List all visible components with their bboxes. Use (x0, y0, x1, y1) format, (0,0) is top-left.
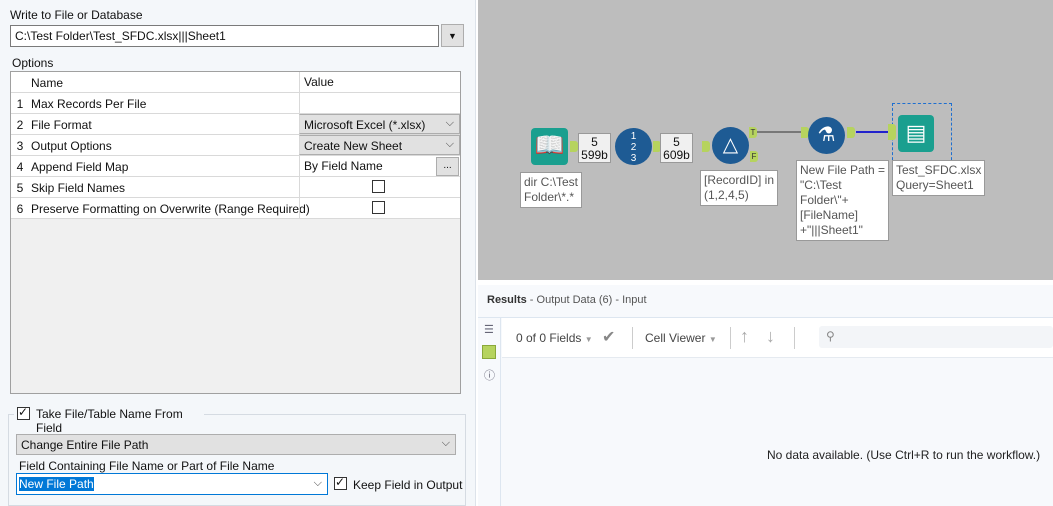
true-anchor[interactable]: T (749, 127, 757, 138)
table-row: 2 File Format Microsoft Excel (*.xlsx) ⌵ (11, 114, 460, 135)
field-value: New File Path (19, 477, 94, 491)
output-annotation: Test_SFDC.xlsx Query=Sheet1 (892, 160, 986, 196)
row-name: File Format (31, 118, 92, 132)
results-title-bar: Results - Output Data (6) - Input (487, 294, 647, 306)
keep-field-label: Keep Field in Output (353, 478, 463, 492)
path-dropdown-button[interactable]: ▼ (441, 24, 464, 47)
arrow-down-icon[interactable]: ↓ (766, 326, 775, 347)
row-num: 2 (16, 118, 24, 132)
row-num: 1 (16, 97, 24, 111)
chevron-down-icon: ⌵ (445, 117, 454, 129)
table-row: 3 Output Options Create New Sheet ⌵ (11, 135, 460, 156)
row-num: 6 (16, 202, 24, 216)
row-num: 4 (16, 160, 24, 174)
digit: 3 (630, 153, 637, 164)
digit: 1 (630, 131, 637, 142)
formula-annotation: New File Path = "C:\Test Folder\"+ [File… (796, 160, 890, 241)
row-name: Max Records Per File (31, 97, 147, 111)
filter-tool-icon[interactable]: △ (712, 127, 749, 164)
search-input[interactable]: ⚲ (819, 326, 1053, 348)
skip-field-names-checkbox[interactable] (372, 180, 385, 193)
input-annotation: dir C:\Test Folder\*.* (520, 172, 583, 208)
output-options-value: Create New Sheet (304, 139, 403, 153)
cell-viewer-label: Cell Viewer (645, 331, 706, 345)
row-num: 5 (16, 181, 24, 195)
row-name: Append Field Map (31, 160, 129, 174)
arrow-up-icon[interactable]: ↑ (740, 326, 749, 347)
table-row: 5 Skip Field Names (11, 177, 460, 198)
count-size: 609b (663, 148, 690, 162)
output-anchor[interactable] (847, 127, 855, 138)
divider (794, 327, 795, 349)
write-label: Write to File or Database (10, 8, 143, 22)
input-anchor[interactable] (888, 124, 896, 140)
table-row: 6 Preserve Formatting on Overwrite (Range… (11, 198, 460, 219)
header-value: Value (299, 72, 460, 92)
path-input[interactable]: C:\Test Folder\Test_SFDC.xlsx|||Sheet1 (10, 25, 439, 47)
table-row: 4 Append Field Map By Field Name... (11, 156, 460, 177)
max-records-input[interactable] (299, 93, 460, 113)
mode-value: Change Entire File Path (21, 438, 149, 452)
field-label: Field Containing File Name or Part of Fi… (19, 459, 275, 473)
anchor-icon[interactable] (482, 345, 496, 359)
row-name: Output Options (31, 139, 112, 153)
filter-annotation: [RecordID] in (1,2,4,5) (700, 170, 779, 206)
field-map-button[interactable]: ... (436, 157, 459, 176)
divider (730, 327, 731, 349)
results-toolbar: 0 of 0 Fields ▼ ✔ Cell Viewer ▼ ↑ ↓ ⚲ (502, 318, 1053, 358)
search-icon: ⚲ (826, 329, 835, 343)
chevron-down-icon: ⌵ (441, 437, 450, 449)
take-name-checkbox[interactable] (17, 405, 30, 420)
grid-header: Name Value (11, 72, 460, 93)
fields-dropdown[interactable]: 0 of 0 Fields ▼ (516, 331, 593, 345)
row-name: Preserve Formatting on Overwrite (Range … (31, 202, 310, 216)
configuration-panel: Write to File or Database C:\Test Folder… (0, 0, 476, 506)
row-num: 3 (16, 139, 24, 153)
input-tool-icon[interactable]: 📖 (531, 128, 568, 165)
options-grid: Name Value 1 Max Records Per File 2 File F… (10, 71, 461, 394)
record-count-badge: 5 609b (660, 133, 693, 163)
header-name: Name (31, 76, 64, 90)
count-size: 599b (581, 148, 608, 162)
file-format-select[interactable]: Microsoft Excel (*.xlsx) ⌵ (299, 114, 460, 134)
workflow-canvas[interactable]: 📖 5 599b 123 5 609b △ T F ⚗ ▤ dir C:\Test … (478, 0, 1053, 280)
options-label: Options (12, 56, 54, 70)
help-icon[interactable]: ⓘ (484, 367, 495, 383)
cell-viewer-dropdown[interactable]: Cell Viewer ▼ (645, 331, 717, 345)
chevron-down-icon: ⌵ (445, 138, 454, 150)
input-anchor[interactable] (702, 141, 710, 152)
field-select[interactable]: New File Path ⌵ (16, 473, 328, 495)
divider (500, 318, 501, 506)
digit: 2 (630, 142, 637, 153)
false-anchor[interactable]: F (750, 151, 758, 162)
output-anchor[interactable] (570, 141, 578, 152)
formula-tool-icon[interactable]: ⚗ (808, 117, 845, 154)
record-id-tool-icon[interactable]: 123 (615, 128, 652, 165)
mode-select[interactable]: Change Entire File Path ⌵ (16, 434, 456, 455)
take-name-header: Take File/Table Name From Field (14, 405, 204, 435)
results-panel: Results - Output Data (6) - Input ☰ ⓘ 0 … (478, 285, 1053, 506)
fields-label: 0 of 0 Fields (516, 331, 582, 345)
empty-message: No data available. (Use Ctrl+R to run th… (767, 448, 1041, 462)
row-name: Skip Field Names (31, 181, 126, 195)
take-name-label: Take File/Table Name From Field (36, 407, 183, 435)
chevron-down-icon: ⌵ (313, 477, 322, 489)
file-format-value: Microsoft Excel (*.xlsx) (304, 118, 426, 132)
results-title: Results (487, 294, 527, 306)
list-icon[interactable]: ☰ (484, 323, 494, 336)
preserve-formatting-checkbox[interactable] (372, 201, 385, 214)
record-count-badge: 5 599b (578, 133, 611, 163)
output-options-select[interactable]: Create New Sheet ⌵ (299, 135, 460, 155)
check-icon[interactable]: ✔ (602, 327, 615, 347)
keep-field-checkbox[interactable] (334, 475, 347, 490)
divider (632, 327, 633, 349)
table-row: 1 Max Records Per File (11, 93, 460, 114)
output-tool-icon[interactable]: ▤ (898, 115, 934, 152)
results-subtitle: - Output Data (6) - Input (526, 294, 647, 306)
